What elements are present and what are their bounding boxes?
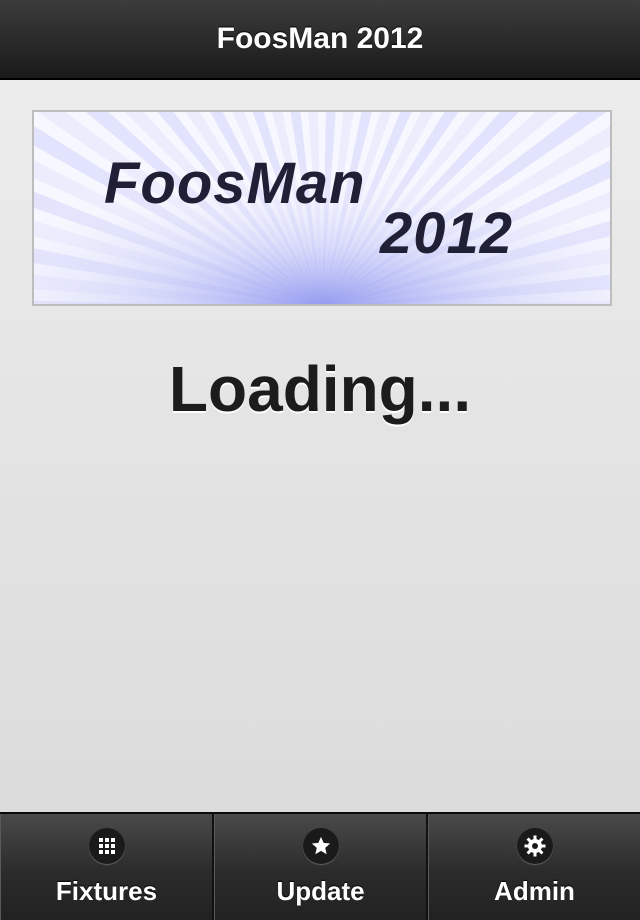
header-bar: FoosMan 2012 <box>0 0 640 80</box>
page-title: FoosMan 2012 <box>216 22 424 55</box>
tab-bar: Fixtures Update Admin <box>0 812 640 920</box>
tab-label-update: Update <box>276 876 365 906</box>
logo-text-foosman: FoosMan <box>104 151 366 216</box>
tab-update[interactable]: Update <box>214 814 428 920</box>
tab-admin[interactable]: Admin <box>428 814 640 920</box>
logo-text-year: 2012 <box>380 201 514 266</box>
tab-fixtures[interactable]: Fixtures <box>0 814 214 920</box>
grid-icon <box>88 828 125 864</box>
loading-status: Loading... <box>168 353 472 425</box>
foosman-logo-banner: FoosMan 2012 <box>32 110 612 306</box>
gear-icon <box>516 828 553 864</box>
tab-label-fixtures: Fixtures <box>55 876 158 906</box>
star-icon <box>302 828 339 864</box>
tab-label-admin: Admin <box>494 876 575 906</box>
